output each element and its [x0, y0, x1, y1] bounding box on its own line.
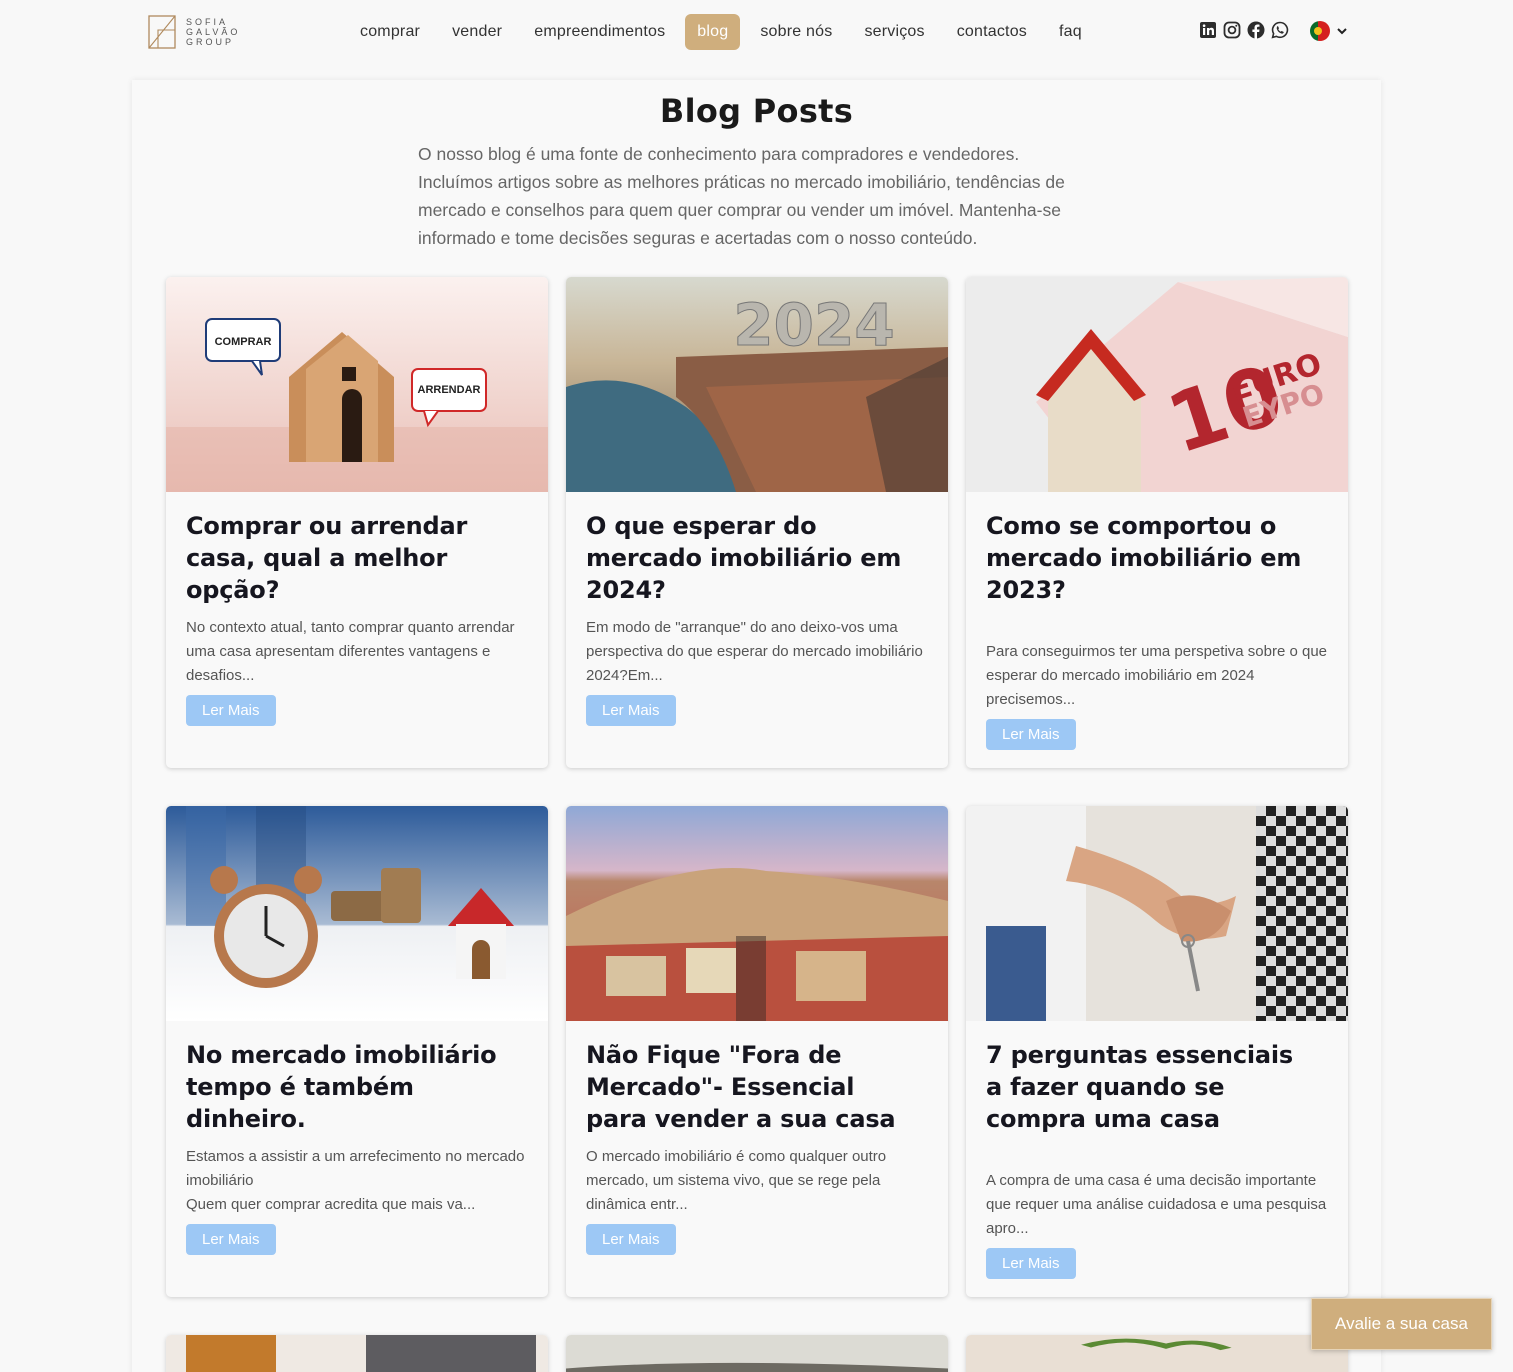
nav-item-empreendimentos[interactable]: empreendimentos — [518, 14, 681, 50]
post-image-porto-2024: 2024 — [566, 277, 948, 492]
post-image-next-1 — [166, 1335, 548, 1372]
page-intro: O nosso blog é uma fonte de conhecimento… — [418, 144, 1065, 248]
post-image-next-3 — [966, 1335, 1348, 1372]
post-title[interactable]: O que esperar do mercado imobiliário em … — [586, 510, 928, 606]
facebook-icon[interactable] — [1247, 21, 1265, 39]
blog-card[interactable] — [566, 1335, 948, 1372]
post-image-euro-house: 10 EURO EYPO — [966, 277, 1348, 492]
card-body: Como se comportou o mercado imobiliário … — [966, 492, 1348, 750]
blog-card[interactable]: Não Fique "Fora de Mercado"- Essencial p… — [566, 806, 948, 1297]
post-title[interactable]: No mercado imobiliário tempo é também di… — [186, 1039, 528, 1135]
nav-item-sobre-nos[interactable]: sobre nós — [744, 14, 848, 50]
post-excerpt: A compra de uma casa é uma decisão impor… — [986, 1172, 1327, 1237]
read-more-button[interactable]: Ler Mais — [186, 695, 276, 726]
card-body: 7 perguntas essenciais a fazer quando se… — [966, 1021, 1348, 1279]
read-more-button[interactable]: Ler Mais — [586, 1224, 676, 1255]
main-nav: comprar vender empreendimentos blog sobr… — [344, 12, 1098, 52]
post-image-comprar-arrendar: COMPRAR ARRENDAR — [166, 277, 548, 492]
card-body: Comprar ou arrendar casa, qual a melhor … — [166, 492, 548, 726]
blog-card[interactable]: 2024 O que esperar do mercado imobiliári… — [566, 277, 948, 768]
bubble-text-comprar: COMPRAR — [215, 336, 272, 348]
site-header: SOFIA GALVÃO GROUP comprar vender empree… — [0, 0, 1513, 64]
blog-card[interactable] — [166, 1335, 548, 1372]
post-image-lisbon-city — [566, 806, 948, 1021]
post-title[interactable]: Como se comportou o mercado imobiliário … — [986, 510, 1306, 606]
nav-item-faq[interactable]: faq — [1043, 14, 1098, 50]
chevron-down-icon — [1337, 28, 1347, 35]
post-title[interactable]: Comprar ou arrendar casa, qual a melhor … — [186, 510, 528, 606]
nav-item-contactos[interactable]: contactos — [941, 14, 1043, 50]
post-excerpt: Estamos a assistir a um arrefecimento no… — [186, 1148, 525, 1213]
post-image-next-2 — [566, 1335, 948, 1372]
language-selector[interactable] — [1310, 21, 1348, 41]
post-excerpt: Em modo de "arranque" do ano deixo-vos u… — [586, 619, 923, 684]
portugal-flag-icon — [1310, 21, 1330, 41]
card-body: No mercado imobiliário tempo é também di… — [166, 1021, 548, 1255]
card-body: O que esperar do mercado imobiliário em … — [566, 492, 948, 726]
nav-item-servicos[interactable]: serviços — [848, 14, 940, 50]
blog-card[interactable] — [966, 1335, 1348, 1372]
whatsapp-icon[interactable] — [1271, 21, 1289, 39]
read-more-button[interactable]: Ler Mais — [186, 1224, 276, 1255]
evaluate-home-button[interactable]: Avalie a sua casa — [1311, 1298, 1492, 1350]
post-title[interactable]: 7 perguntas essenciais a fazer quando se… — [986, 1039, 1306, 1135]
logo-mark-icon — [148, 15, 176, 49]
brand-logo[interactable]: SOFIA GALVÃO GROUP — [148, 13, 258, 51]
social-links — [1199, 21, 1289, 39]
read-more-button[interactable]: Ler Mais — [986, 1248, 1076, 1279]
nav-item-comprar[interactable]: comprar — [344, 14, 436, 50]
read-more-button[interactable]: Ler Mais — [586, 695, 676, 726]
nav-item-blog[interactable]: blog — [685, 14, 741, 50]
bubble-text-arrendar: ARRENDAR — [418, 384, 481, 396]
post-image-alarm-clock — [166, 806, 548, 1021]
linkedin-icon[interactable] — [1199, 21, 1217, 39]
post-excerpt: Para conseguirmos ter uma perspetiva sob… — [986, 643, 1328, 708]
post-excerpt: No contexto atual, tanto comprar quanto … — [186, 619, 515, 684]
read-more-button[interactable]: Ler Mais — [986, 719, 1076, 750]
blog-card[interactable]: 7 perguntas essenciais a fazer quando se… — [966, 806, 1348, 1297]
logo-text: SOFIA GALVÃO GROUP — [186, 17, 241, 47]
image-year-text: 2024 — [733, 291, 894, 359]
blog-card[interactable]: No mercado imobiliário tempo é também di… — [166, 806, 548, 1297]
card-body: Não Fique "Fora de Mercado"- Essencial p… — [566, 1021, 948, 1255]
instagram-icon[interactable] — [1223, 21, 1241, 39]
blog-card[interactable]: COMPRAR ARRENDAR Comprar ou arrendar cas… — [166, 277, 548, 768]
post-title[interactable]: Não Fique "Fora de Mercado"- Essencial p… — [586, 1039, 906, 1135]
blog-card[interactable]: 10 EURO EYPO Como se comportou o mercado… — [966, 277, 1348, 768]
post-excerpt: O mercado imobiliário é como qualquer ou… — [586, 1148, 887, 1213]
post-image-hands-keys — [966, 806, 1348, 1021]
nav-item-vender[interactable]: vender — [436, 14, 518, 50]
page-title: Blog Posts — [659, 92, 854, 130]
